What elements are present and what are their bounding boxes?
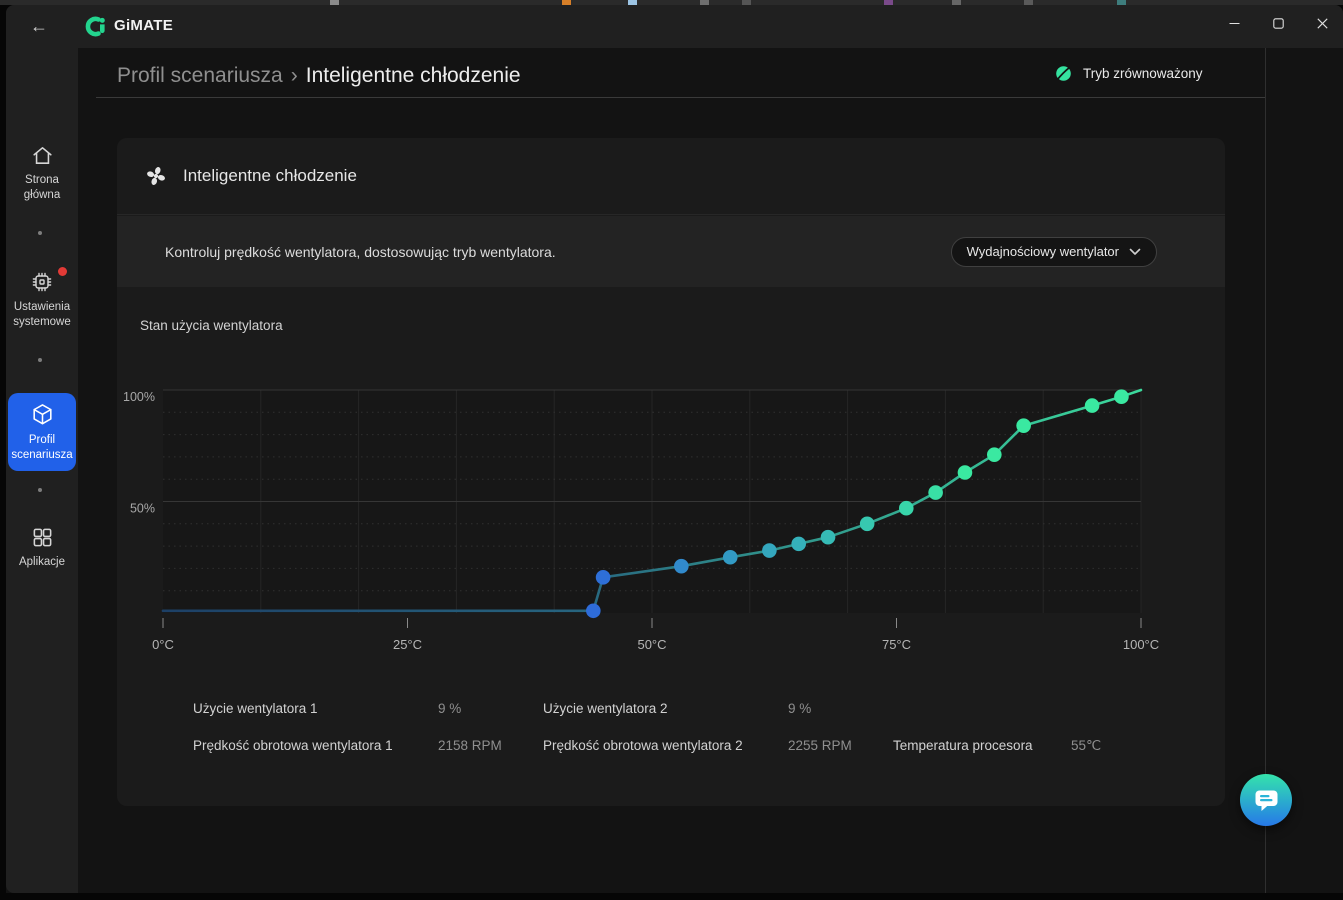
cube-icon	[29, 401, 56, 428]
stat-value: 55℃	[1071, 738, 1101, 754]
gimate-logo-icon	[84, 15, 108, 38]
sidebar-item-ustawienia-systemowe[interactable]: Ustawienia systemowe	[7, 269, 77, 329]
x-axis-tick-label: 75°C	[882, 637, 911, 652]
sidebar-item-label: Ustawienia	[13, 300, 71, 315]
stat-label: Prędkość obrotowa wentylatora 2	[543, 738, 743, 753]
chart-title: Stan użycia wentylatora	[140, 318, 283, 333]
fan-mode-row: Kontroluj prędkość wentylatora, dostosow…	[117, 216, 1225, 287]
curve-point[interactable]	[596, 570, 611, 585]
minimize-icon	[1229, 18, 1240, 29]
home-icon	[30, 143, 55, 168]
stat-value: 9 %	[788, 701, 811, 716]
x-axis-tick-label: 100°C	[1123, 637, 1159, 652]
breadcrumb: Profil scenariusza › Inteligentne chłodzen…	[117, 64, 521, 88]
sidebar: Strona główna Ustawienia systemowe	[6, 48, 78, 893]
curve-point[interactable]	[928, 485, 943, 500]
stat-value: 9 %	[438, 701, 461, 716]
power-mode-indicator[interactable]: Tryb zrównoważony	[1055, 62, 1203, 84]
curve-point[interactable]	[1016, 418, 1031, 433]
chat-bubble-icon	[1254, 789, 1279, 812]
titlebar: ← GiMATE	[6, 5, 1343, 48]
curve-point[interactable]	[674, 559, 689, 574]
fan-curve-chart[interactable]: 50% 100% 0°C 25°C 50°C 75°C 100°C	[117, 368, 1225, 668]
chevron-down-icon	[1129, 248, 1141, 256]
x-axis-tick-label: 50°C	[637, 637, 666, 652]
curve-point[interactable]	[1085, 398, 1100, 413]
sidebar-item-aplikacje[interactable]: Aplikacje	[7, 525, 77, 570]
curve-point[interactable]	[987, 447, 1002, 462]
apps-icon	[30, 525, 55, 550]
maximize-button[interactable]	[1257, 7, 1299, 39]
sidebar-item-label: Strona	[24, 173, 60, 188]
y-axis-tick-label: 100%	[123, 390, 155, 404]
curve-point[interactable]	[791, 537, 806, 552]
y-axis-tick-label: 50%	[130, 502, 155, 516]
notification-badge	[58, 267, 67, 276]
minimize-button[interactable]	[1213, 7, 1255, 39]
curve-point[interactable]	[1114, 389, 1129, 404]
curve-point[interactable]	[586, 603, 601, 618]
content-right-divider	[1265, 48, 1266, 893]
curve-point[interactable]	[762, 543, 777, 558]
curve-point[interactable]	[723, 550, 738, 565]
curve-point[interactable]	[821, 530, 836, 545]
fan-mode-dropdown[interactable]: Wydajnościowy wentylator	[951, 237, 1157, 267]
curve-point[interactable]	[899, 501, 914, 516]
back-icon: ←	[30, 16, 48, 37]
sidebar-separator-dot	[38, 231, 42, 235]
stat-value: 2255 RPM	[788, 738, 852, 753]
card-title: Inteligentne chłodzenie	[183, 166, 357, 186]
sidebar-item-label: główna	[24, 188, 60, 203]
power-mode-label: Tryb zrównoważony	[1083, 66, 1203, 81]
maximize-icon	[1273, 18, 1284, 29]
app-window: ← GiMATE	[6, 5, 1343, 893]
sidebar-separator-dot	[38, 488, 42, 492]
sidebar-item-label: scenariusza	[11, 448, 72, 463]
sidebar-separator-dot	[38, 358, 42, 362]
sidebar-item-strona-glowna[interactable]: Strona główna	[7, 143, 77, 202]
x-axis-tick-label: 25°C	[393, 637, 422, 652]
x-axis-tick-label: 0°C	[152, 637, 174, 652]
stat-value: 2158 RPM	[438, 738, 502, 753]
fan-icon	[144, 164, 168, 188]
back-button[interactable]: ←	[22, 10, 56, 42]
page-title: Inteligentne chłodzenie	[306, 64, 521, 87]
curve-point[interactable]	[958, 465, 973, 480]
sidebar-item-label: systemowe	[13, 315, 71, 330]
close-icon	[1317, 18, 1328, 29]
chip-icon	[29, 269, 55, 295]
stat-label: Temperatura procesora	[893, 738, 1033, 753]
fan-usage-section: Stan użycia wentylatora 50%100%0°C25°C50…	[117, 287, 1225, 806]
stat-label: Użycie wentylatora 2	[543, 701, 668, 716]
fan-mode-description: Kontroluj prędkość wentylatora, dostosow…	[165, 244, 556, 260]
smart-cooling-card: Inteligentne chłodzenie Kontroluj prędko…	[117, 138, 1225, 806]
stat-label: Prędkość obrotowa wentylatora 1	[193, 738, 393, 753]
sidebar-item-label: Profil	[11, 433, 72, 448]
sidebar-item-profil-scenariusza[interactable]: Profil scenariusza	[8, 393, 76, 471]
chat-assistant-button[interactable]	[1240, 774, 1292, 826]
sidebar-item-label: Aplikacje	[19, 555, 65, 570]
curve-point[interactable]	[860, 517, 875, 532]
close-button[interactable]	[1301, 7, 1343, 39]
main-content: Profil scenariusza › Inteligentne chłodzen…	[78, 48, 1343, 893]
fan-mode-dropdown-value: Wydajnościowy wentylator	[967, 244, 1119, 259]
breadcrumb-separator: ›	[291, 64, 298, 87]
app-title: GiMATE	[114, 17, 173, 34]
card-header: Inteligentne chłodzenie	[117, 138, 1225, 215]
breadcrumb-parent[interactable]: Profil scenariusza	[117, 64, 283, 87]
breadcrumb-divider	[96, 97, 1265, 98]
balanced-mode-leaf-icon	[1055, 65, 1072, 82]
stat-label: Użycie wentylatora 1	[193, 701, 318, 716]
